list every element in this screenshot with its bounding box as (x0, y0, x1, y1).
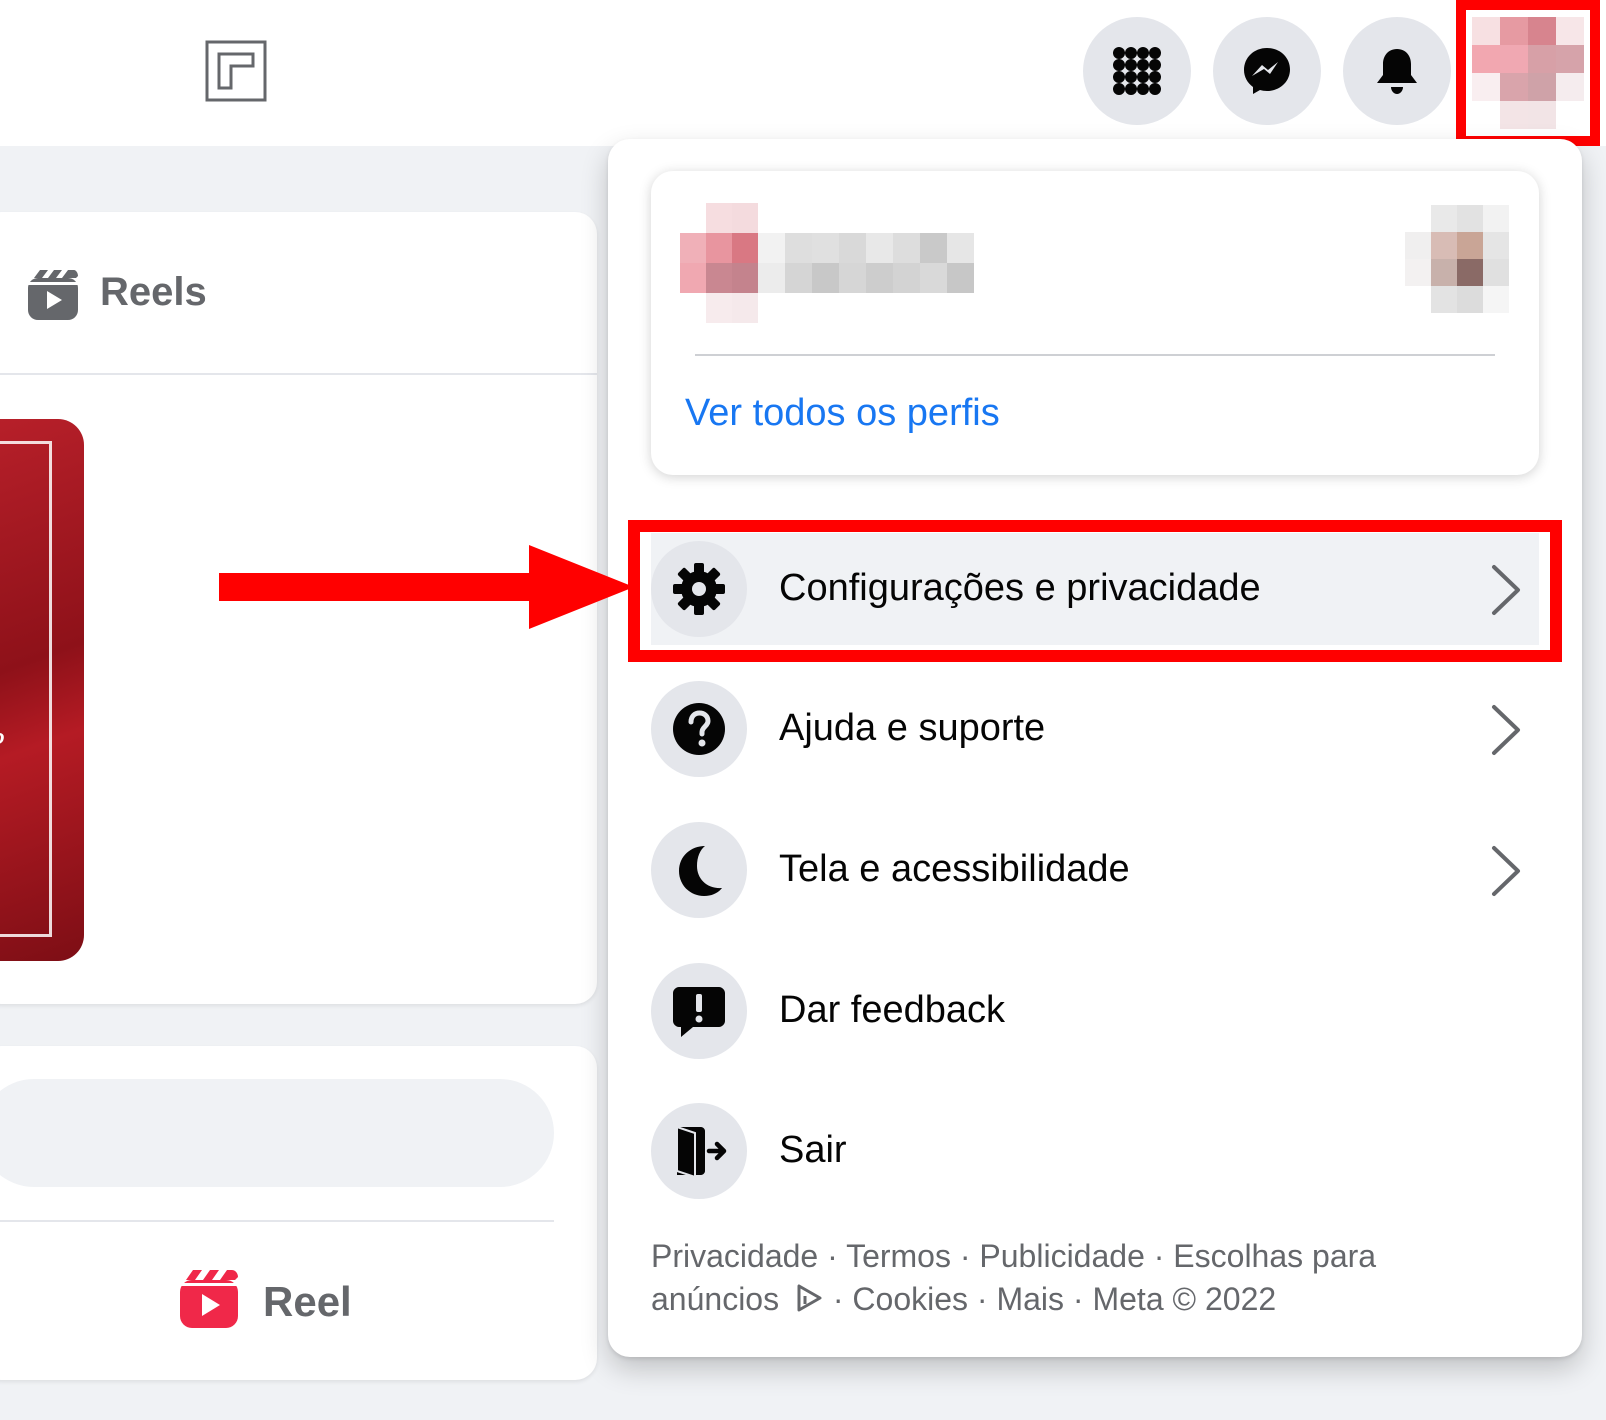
logout-icon-wrap (651, 1103, 747, 1199)
menu-item-label: Sair (779, 1129, 847, 1171)
help-icon (673, 703, 725, 755)
notifications-button[interactable] (1343, 17, 1451, 125)
menu-item-label: Ajuda e suporte (779, 707, 1046, 749)
divider (0, 1220, 554, 1222)
menu-item-label: Dar feedback (779, 989, 1006, 1031)
reels-icon (28, 270, 78, 320)
footer-link-ad-choices-2[interactable]: anúncios (651, 1281, 779, 1317)
profile-name (758, 233, 974, 293)
feedback-icon (673, 987, 725, 1037)
whats-on-your-mind-input[interactable] (0, 1079, 554, 1187)
logout-icon (676, 1125, 727, 1179)
account-avatar (1472, 17, 1584, 129)
menu-item-settings-privacy[interactable]: Configurações e privacidade (651, 533, 1539, 645)
annotation-arrow-icon (219, 545, 634, 629)
menu-item-logout[interactable]: Sair (651, 1095, 1539, 1207)
account-menu: Ver todos os perfis Configurações e priv… (608, 139, 1582, 1357)
footer-copyright: Meta © 2022 (1092, 1281, 1277, 1317)
gear-icon (673, 563, 725, 615)
top-navigation-bar (0, 0, 1606, 146)
grid-menu-icon (1113, 47, 1161, 95)
profile-switch-avatar[interactable] (1405, 205, 1509, 313)
menu-item-label: Tela e acessibilidade (779, 848, 1130, 890)
footer-link-ad-choices[interactable]: Escolhas para (1173, 1238, 1376, 1274)
menu-item-help-support[interactable]: Ajuda e suporte (651, 673, 1539, 785)
menu-item-display-accessibility[interactable]: Tela e acessibilidade (651, 814, 1539, 926)
gear-icon-wrap (651, 541, 747, 637)
footer-link-terms[interactable]: Termos (846, 1238, 951, 1274)
profile-divider (695, 354, 1495, 356)
footer-link-advertising[interactable]: Publicidade (979, 1238, 1144, 1274)
create-post-card: Reel (0, 1046, 597, 1380)
help-icon-wrap (651, 681, 747, 777)
footer-link-cookies[interactable]: Cookies (852, 1281, 968, 1317)
gaming-icon[interactable] (205, 40, 267, 102)
grid-menu-button[interactable] (1083, 17, 1191, 125)
reels-card-header: Reels (0, 212, 597, 375)
profile-picture (680, 203, 758, 323)
moon-icon-wrap (651, 822, 747, 918)
menu-footer-links: Privacidade · Termos · Publicidade · Esc… (651, 1238, 1377, 1317)
moon-icon (679, 846, 722, 896)
messenger-button[interactable] (1213, 17, 1321, 125)
menu-item-label: Configurações e privacidade (779, 567, 1261, 609)
footer-link-privacy[interactable]: Privacidade (651, 1238, 818, 1274)
menu-item-give-feedback[interactable]: Dar feedback (651, 955, 1539, 1067)
footer-link-more[interactable]: Mais (996, 1281, 1064, 1317)
profile-card[interactable]: Ver todos os perfis (651, 171, 1539, 475)
see-all-profiles-link[interactable]: Ver todos os perfis (685, 392, 1000, 435)
account-avatar-button[interactable] (1456, 0, 1600, 146)
chevron-right-icon (1492, 846, 1520, 896)
messenger-icon (1244, 48, 1290, 94)
create-reel-icon (180, 1270, 238, 1328)
chevron-right-icon (1492, 705, 1520, 755)
reels-title[interactable]: Reels (100, 270, 207, 315)
bell-icon (1377, 49, 1417, 94)
feedback-icon-wrap (651, 963, 747, 1059)
chevron-right-icon (1492, 565, 1520, 615)
create-reel-button[interactable]: Reel (263, 1278, 352, 1326)
ad-choices-icon (797, 1284, 822, 1312)
reel-thumbnail[interactable]: al no (0, 419, 84, 961)
